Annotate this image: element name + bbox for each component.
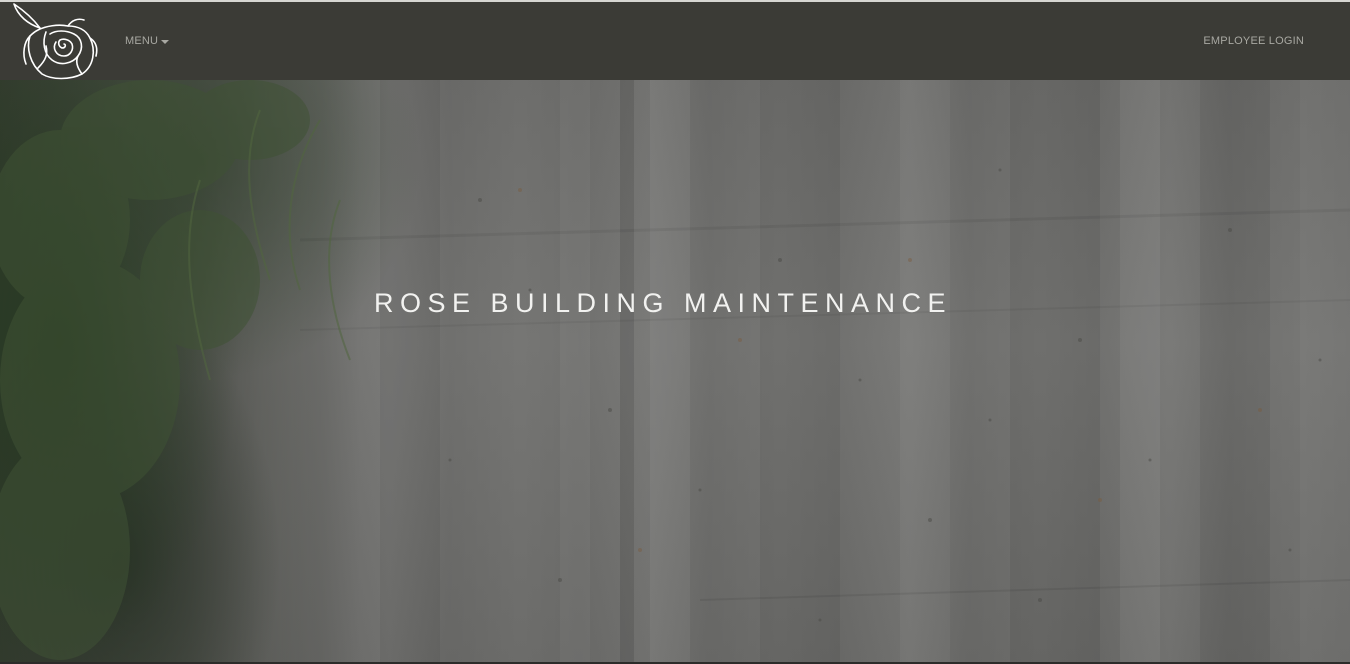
page: MENU EMPLOYEE LOGIN ROSE BUILDING MAINTE… xyxy=(0,0,1350,664)
menu-label: MENU xyxy=(125,35,159,47)
hero-background-image xyxy=(0,80,1350,664)
top-navbar: MENU EMPLOYEE LOGIN xyxy=(0,0,1350,80)
hero-title: ROSE BUILDING MAINTENANCE xyxy=(373,288,953,318)
rose-logo-icon[interactable] xyxy=(6,2,98,82)
caret-down-icon xyxy=(161,39,170,44)
hero-banner: ROSE BUILDING MAINTENANCE xyxy=(0,80,1350,664)
employee-login-link[interactable]: EMPLOYEE LOGIN xyxy=(1203,35,1304,47)
menu-dropdown-toggle[interactable]: MENU xyxy=(125,35,170,47)
